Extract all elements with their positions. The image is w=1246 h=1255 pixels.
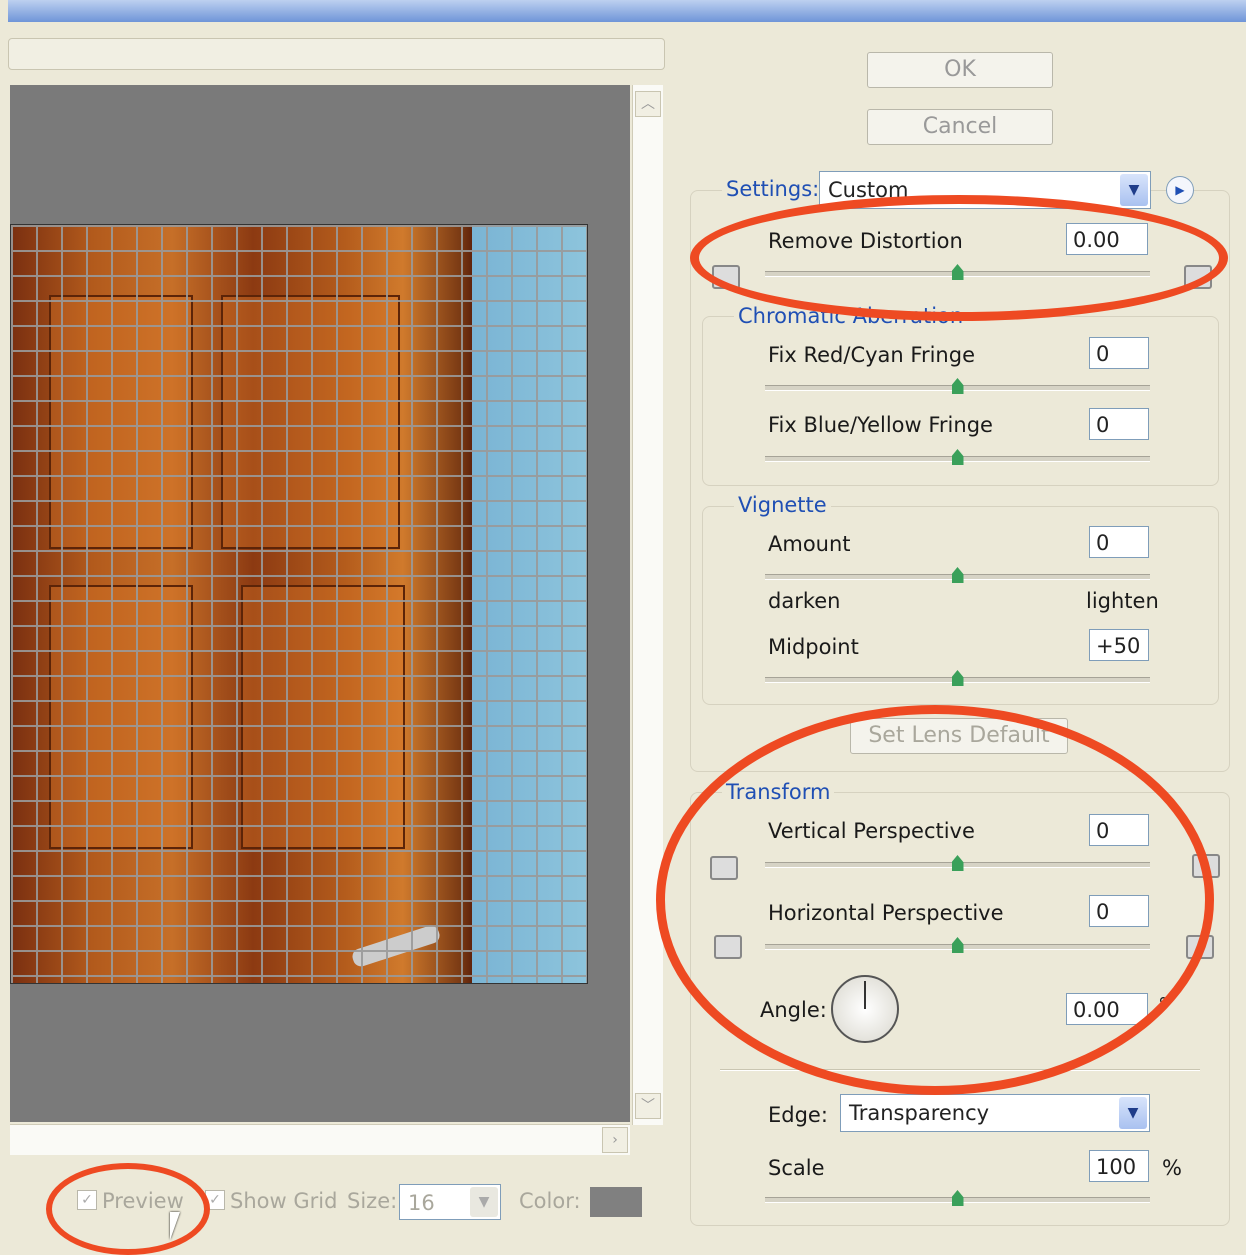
scale-input[interactable]: 100 <box>1089 1150 1149 1182</box>
amount-slider[interactable] <box>765 567 1150 583</box>
remove-distortion-input[interactable]: 0.00 <box>1066 223 1148 255</box>
barrel-icon <box>1184 265 1212 289</box>
angle-dial-needle <box>864 981 866 1009</box>
toolbar-strip <box>8 38 665 70</box>
ok-button[interactable]: OK <box>867 52 1053 88</box>
horizontal-perspective-label: Horizontal Perspective <box>768 901 1004 925</box>
grid-color-swatch[interactable] <box>590 1187 642 1217</box>
size-label: Size: <box>347 1189 398 1213</box>
angle-label: Angle: <box>760 998 827 1022</box>
vertical-perspective-input[interactable]: 0 <box>1089 814 1149 846</box>
blue-yellow-label: Fix Blue/Yellow Fringe <box>768 413 993 437</box>
horizontal-scrollbar[interactable]: › <box>10 1124 630 1155</box>
blue-yellow-slider[interactable] <box>765 449 1150 465</box>
remove-distortion-label: Remove Distortion <box>768 229 963 253</box>
chevron-down-icon[interactable]: ▼ <box>1120 174 1148 206</box>
edge-value: Transparency <box>849 1101 990 1125</box>
transform-title: Transform <box>722 780 835 804</box>
show-grid-label: Show Grid <box>230 1189 338 1213</box>
edge-label: Edge: <box>768 1103 828 1127</box>
pincushion-icon <box>712 265 740 289</box>
scroll-right-arrow-icon[interactable]: › <box>602 1127 628 1153</box>
angle-unit: ° <box>1158 994 1169 1018</box>
blue-yellow-input[interactable]: 0 <box>1089 408 1149 440</box>
settings-dropdown[interactable]: Custom ▼ <box>819 171 1151 209</box>
settings-menu-arrow-icon[interactable]: ▶ <box>1166 176 1194 204</box>
scale-slider[interactable] <box>765 1190 1150 1206</box>
chevron-down-icon[interactable]: ▼ <box>1119 1097 1147 1129</box>
preview-label: Preview <box>102 1189 184 1213</box>
angle-dial[interactable] <box>831 975 899 1043</box>
horizontal-perspective-slider[interactable] <box>765 937 1150 953</box>
midpoint-input[interactable]: +50 <box>1089 629 1149 661</box>
vignette-title: Vignette <box>734 493 831 517</box>
show-grid-checkbox[interactable]: ✓ <box>205 1190 225 1210</box>
red-cyan-label: Fix Red/Cyan Fringe <box>768 343 975 367</box>
scale-label: Scale <box>768 1156 825 1180</box>
horizontal-perspective-icon-right <box>1186 935 1214 959</box>
chevron-down-icon[interactable]: ▼ <box>470 1187 498 1217</box>
remove-distortion-slider[interactable] <box>765 264 1150 280</box>
amount-input[interactable]: 0 <box>1089 526 1149 558</box>
preview-checkbox[interactable]: ✓ <box>77 1190 97 1210</box>
midpoint-slider[interactable] <box>765 670 1150 686</box>
grid-size-dropdown[interactable]: 16 ▼ <box>399 1184 501 1220</box>
lighten-label: lighten <box>1086 589 1159 613</box>
mouse-cursor-icon <box>170 1212 180 1240</box>
door-image <box>10 224 588 984</box>
settings-value: Custom <box>828 178 909 202</box>
vertical-perspective-label: Vertical Perspective <box>768 819 975 843</box>
color-label: Color: <box>519 1189 581 1213</box>
horizontal-perspective-input[interactable]: 0 <box>1089 895 1149 927</box>
edge-dropdown[interactable]: Transparency ▼ <box>840 1094 1150 1132</box>
scale-unit: % <box>1162 1156 1182 1180</box>
set-lens-default-button[interactable]: Set Lens Default <box>850 718 1068 754</box>
vertical-perspective-icon-right <box>1192 854 1220 878</box>
image-preview[interactable] <box>10 85 630 1122</box>
separator <box>720 1069 1200 1071</box>
grid-overlay <box>11 225 587 983</box>
vertical-perspective-icon <box>710 856 738 880</box>
red-cyan-slider[interactable] <box>765 378 1150 394</box>
midpoint-label: Midpoint <box>768 635 859 659</box>
cancel-button[interactable]: Cancel <box>867 109 1053 145</box>
vertical-scrollbar[interactable]: ︿ ﹀ <box>632 85 663 1125</box>
horizontal-perspective-icon <box>714 935 742 959</box>
chromatic-aberration-title: Chromatic Aberration <box>734 304 968 328</box>
darken-label: darken <box>768 589 841 613</box>
vertical-perspective-slider[interactable] <box>765 855 1150 871</box>
settings-label: Settings: <box>722 177 824 201</box>
angle-input[interactable]: 0.00 <box>1066 993 1148 1025</box>
amount-label: Amount <box>768 532 851 556</box>
scroll-down-arrow-icon[interactable]: ﹀ <box>635 1093 661 1119</box>
window-title-bar <box>8 0 1246 22</box>
grid-size-value: 16 <box>408 1191 435 1215</box>
red-cyan-input[interactable]: 0 <box>1089 337 1149 369</box>
scroll-up-arrow-icon[interactable]: ︿ <box>635 91 661 117</box>
